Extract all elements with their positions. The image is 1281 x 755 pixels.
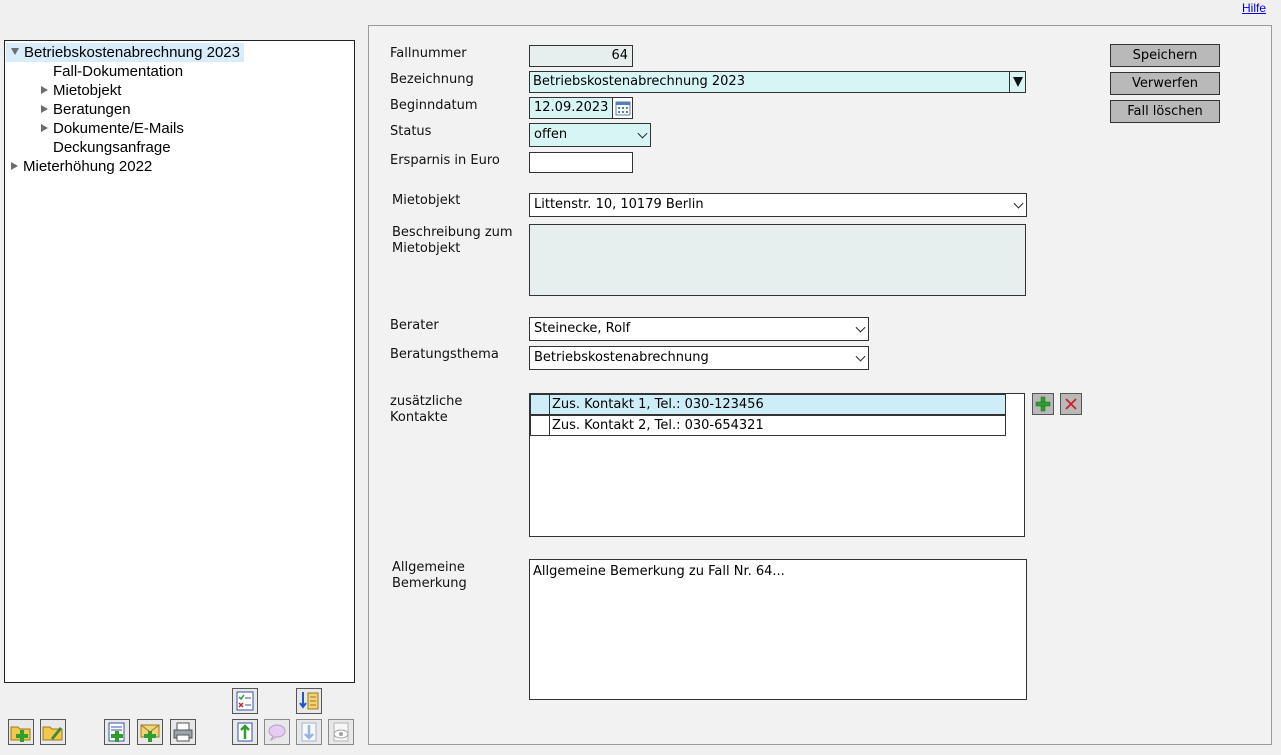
save-button[interactable]: Speichern bbox=[1110, 44, 1220, 67]
fallnummer-field: 64 bbox=[529, 45, 633, 67]
remove-contact-button[interactable] bbox=[1060, 393, 1082, 415]
print-button[interactable] bbox=[170, 719, 196, 745]
tree-item-betriebskosten-2023[interactable]: Betriebskostenabrechnung 2023 bbox=[6, 43, 244, 62]
expand-arrow-icon[interactable] bbox=[39, 100, 49, 119]
beschreibung-label-line1: Beschreibung zum bbox=[392, 225, 513, 240]
delete-case-button[interactable]: Fall löschen bbox=[1110, 100, 1220, 123]
tree-item-label: Dokumente/E-Mails bbox=[53, 120, 184, 137]
new-document-icon bbox=[108, 722, 125, 742]
discard-button[interactable]: Verwerfen bbox=[1110, 72, 1220, 95]
status-label: Status bbox=[390, 124, 432, 139]
checklist-button[interactable] bbox=[232, 688, 258, 714]
berater-label: Berater bbox=[390, 318, 439, 333]
tree-item-mieterhoehung-2022[interactable]: Mieterhöhung 2022 bbox=[9, 157, 152, 176]
kontakt-row-text: Zus. Kontakt 1, Tel.: 030-123456 bbox=[552, 397, 764, 412]
tree-item-label: Beratungen bbox=[53, 101, 131, 118]
tree-item-label: Mieterhöhung 2022 bbox=[23, 158, 153, 175]
kontakt-row-text: Zus. Kontakt 2, Tel.: 030-654321 bbox=[552, 418, 764, 433]
beschreibung-textarea bbox=[529, 224, 1026, 296]
plus-icon bbox=[1035, 396, 1051, 412]
new-email-button[interactable] bbox=[137, 719, 163, 745]
mietobjekt-select-value: Littenstr. 10, 10179 Berlin bbox=[534, 197, 704, 212]
tree-item-label: Betriebskostenabrechnung 2023 bbox=[24, 44, 240, 61]
tree-item-label: Deckungsanfrage bbox=[53, 139, 171, 156]
tree-item-dokumente-emails[interactable]: Dokumente/E-Mails bbox=[39, 119, 184, 138]
close-icon bbox=[1065, 398, 1077, 410]
edit-case-button[interactable] bbox=[40, 719, 66, 745]
help-link[interactable]: Hilfe bbox=[1242, 1, 1266, 15]
chevron-down-icon bbox=[1013, 198, 1024, 209]
ersparnis-field[interactable] bbox=[529, 152, 633, 173]
sort-button[interactable] bbox=[296, 688, 322, 714]
move-up-button[interactable] bbox=[232, 719, 258, 745]
berater-select-value: Steinecke, Rolf bbox=[534, 321, 631, 336]
comment-button[interactable] bbox=[264, 719, 290, 745]
preview-icon bbox=[333, 722, 349, 742]
beratungsthema-label: Beratungsthema bbox=[390, 347, 499, 362]
expand-arrow-icon[interactable] bbox=[10, 43, 20, 62]
new-email-icon bbox=[140, 724, 160, 742]
new-folder-icon bbox=[10, 726, 31, 742]
bemerkung-label-line2: Bemerkung bbox=[392, 576, 467, 591]
move-down-button[interactable] bbox=[296, 719, 322, 745]
tree-item-fall-dokumentation[interactable]: Fall-Dokumentation bbox=[53, 62, 183, 81]
bezeichnung-field[interactable]: Betriebskostenabrechnung 2023 bbox=[529, 71, 1010, 93]
move-down-icon bbox=[301, 722, 317, 742]
calendar-icon bbox=[615, 101, 630, 116]
chevron-down-icon bbox=[855, 351, 866, 362]
add-contact-button[interactable] bbox=[1032, 393, 1054, 415]
tree-item-beratungen[interactable]: Beratungen bbox=[39, 100, 131, 119]
beginndatum-field[interactable]: 12.09.2023 bbox=[529, 97, 613, 119]
mietobjekt-label: Mietobjekt bbox=[392, 193, 461, 208]
status-select-value: offen bbox=[534, 127, 568, 142]
chevron-down-icon bbox=[637, 128, 648, 139]
kontakt-row[interactable]: Zus. Kontakt 1, Tel.: 030-123456 bbox=[530, 394, 1006, 415]
printer-icon bbox=[173, 722, 193, 742]
bemerkung-textarea[interactable]: Allgemeine Bemerkung zu Fall Nr. 64... bbox=[529, 559, 1027, 700]
expand-arrow-icon[interactable] bbox=[9, 157, 19, 176]
bezeichnung-label: Bezeichnung bbox=[390, 72, 474, 87]
kontakt-row[interactable]: Zus. Kontakt 2, Tel.: 030-654321 bbox=[530, 415, 1006, 436]
beginndatum-label: Beginndatum bbox=[390, 98, 478, 113]
preview-button[interactable] bbox=[328, 719, 354, 745]
kontakte-list: Zus. Kontakt 1, Tel.: 030-123456 Zus. Ko… bbox=[529, 393, 1025, 537]
beratungsthema-select-value: Betriebskostenabrechnung bbox=[534, 350, 709, 365]
sort-icon bbox=[299, 692, 319, 710]
expand-arrow-icon[interactable] bbox=[39, 81, 49, 100]
beratungsthema-select[interactable]: Betriebskostenabrechnung bbox=[529, 346, 869, 370]
tree-item-mietobjekt[interactable]: Mietobjekt bbox=[39, 81, 121, 100]
tree-item-deckungsanfrage[interactable]: Deckungsanfrage bbox=[53, 138, 171, 157]
comment-icon bbox=[268, 724, 286, 742]
row-selector[interactable] bbox=[531, 395, 550, 414]
triangle-down-icon bbox=[1012, 77, 1023, 87]
edit-folder-icon bbox=[42, 726, 63, 741]
move-up-icon bbox=[237, 722, 253, 742]
beschreibung-label-line2: Mietobjekt bbox=[392, 241, 461, 256]
berater-select[interactable]: Steinecke, Rolf bbox=[529, 317, 869, 341]
case-tree: Betriebskostenabrechnung 2023 Fall-Dokum… bbox=[4, 40, 355, 683]
checklist-icon bbox=[236, 691, 254, 711]
chevron-down-icon bbox=[855, 322, 866, 333]
row-selector[interactable] bbox=[531, 416, 550, 435]
tree-item-label: Fall-Dokumentation bbox=[53, 63, 184, 80]
ersparnis-label: Ersparnis in Euro bbox=[390, 153, 500, 168]
new-document-button[interactable] bbox=[104, 719, 130, 745]
expand-arrow-icon[interactable] bbox=[39, 119, 49, 138]
bemerkung-label-line1: Allgemeine bbox=[392, 560, 465, 575]
date-picker-button[interactable] bbox=[613, 97, 633, 119]
new-case-button[interactable] bbox=[8, 719, 34, 745]
bezeichnung-dropdown-button[interactable] bbox=[1010, 71, 1026, 93]
fallnummer-label: Fallnummer bbox=[390, 46, 467, 61]
tree-item-label: Mietobjekt bbox=[53, 82, 122, 99]
mietobjekt-select[interactable]: Littenstr. 10, 10179 Berlin bbox=[529, 193, 1027, 217]
kontakte-label-line1: zusätzliche bbox=[390, 394, 463, 409]
status-select[interactable]: offen bbox=[529, 123, 651, 147]
kontakte-label-line2: Kontakte bbox=[390, 410, 448, 425]
